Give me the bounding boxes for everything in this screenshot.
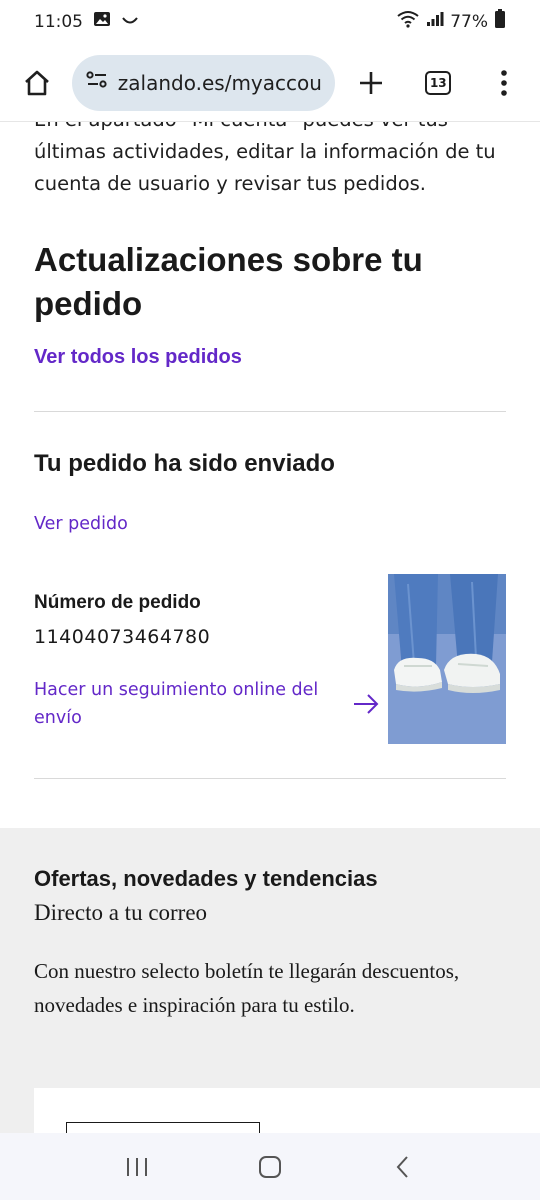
arrow-right-icon[interactable] — [352, 692, 380, 716]
intro-partial-line: En el apartado "Mi cuenta" puedes ver tu… — [34, 122, 514, 136]
intro-text: últimas actividades, editar la informaci… — [34, 140, 496, 195]
overflow-menu-icon[interactable] — [482, 61, 526, 105]
image-icon — [93, 11, 111, 33]
home-circle-icon[interactable] — [240, 1142, 300, 1192]
smile-notification-icon — [121, 11, 139, 33]
divider — [34, 778, 506, 779]
signal-icon — [426, 11, 444, 33]
back-icon[interactable] — [373, 1142, 433, 1192]
product-thumbnail[interactable] — [388, 574, 506, 744]
view-all-orders-link[interactable]: Ver todos los pedidos — [34, 346, 242, 369]
tab-count: 13 — [425, 70, 452, 95]
new-tab-plus-icon[interactable] — [349, 61, 393, 105]
url-text[interactable]: zalando.es/myaccou — [118, 71, 322, 95]
newsletter-section: Ofertas, novedades y tendencias Directo … — [0, 828, 540, 1133]
view-order-link[interactable]: Ver pedido — [34, 514, 128, 534]
order-number-value: 11404073464780 — [34, 626, 211, 648]
wifi-icon — [396, 10, 420, 34]
status-time: 11:05 — [34, 12, 83, 32]
battery-icon — [494, 9, 506, 35]
battery-percent: 77% — [450, 12, 488, 32]
recent-apps-icon[interactable] — [107, 1142, 167, 1192]
newsletter-signup-card — [34, 1088, 540, 1133]
order-number-label: Número de pedido — [34, 592, 201, 613]
account-intro-text: En el apartado "Mi cuenta" puedes ver tu… — [34, 122, 514, 200]
system-navigation-bar — [0, 1133, 540, 1200]
newsletter-subtitle: Directo a tu correo — [34, 900, 208, 925]
order-status-heading: Tu pedido ha sido enviado — [34, 450, 335, 477]
status-bar: 11:05 77% — [0, 0, 540, 44]
browser-toolbar: zalando.es/myaccou 13 — [0, 44, 540, 122]
site-settings-icon[interactable] — [86, 70, 108, 95]
track-shipment-link[interactable]: Hacer un seguimiento online del envío — [34, 676, 354, 732]
divider — [34, 411, 506, 412]
newsletter-body: Con nuestro selecto boletín te llegarán … — [34, 959, 460, 1017]
tabs-icon[interactable]: 13 — [416, 61, 460, 105]
newsletter-title: Ofertas, novedades y tendencias — [34, 866, 378, 891]
home-icon[interactable] — [16, 62, 58, 104]
order-updates-heading: Actualizaciones sobre tu pedido — [34, 241, 423, 322]
newsletter-email-field[interactable] — [66, 1122, 260, 1133]
page-content: En el apartado "Mi cuenta" puedes ver tu… — [0, 122, 540, 1133]
address-bar[interactable]: zalando.es/myaccou — [71, 54, 335, 111]
